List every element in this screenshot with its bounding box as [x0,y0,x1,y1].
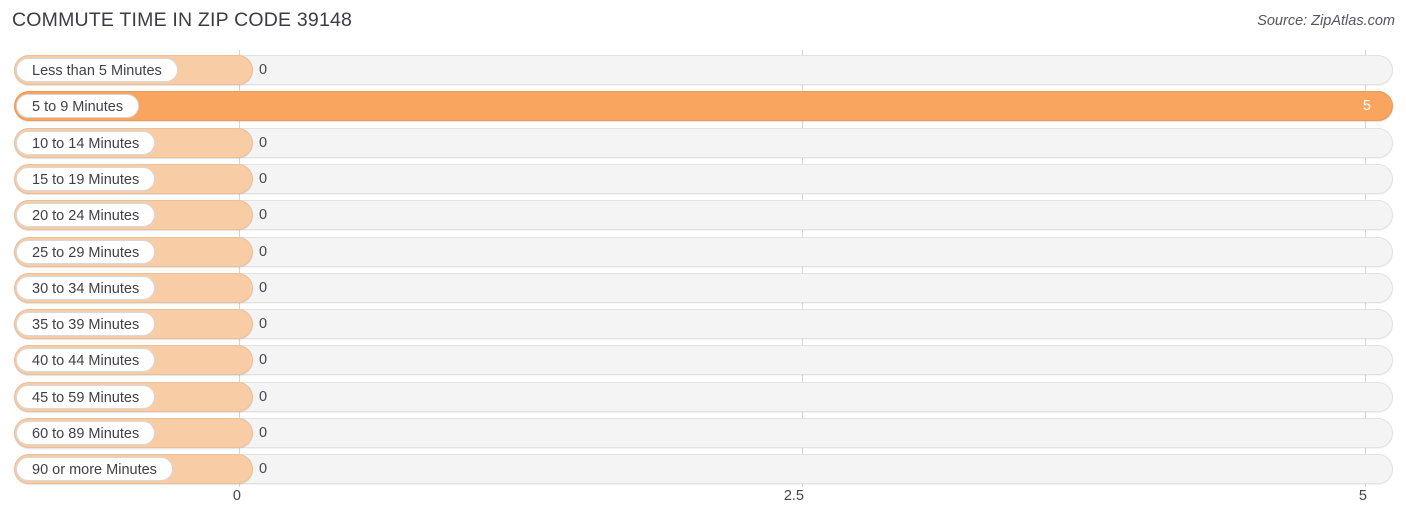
category-label[interactable]: 20 to 24 Minutes [16,203,156,228]
bar-value-label: 0 [259,279,268,296]
category-label[interactable]: 60 to 89 Minutes [16,421,156,445]
category-label[interactable]: 40 to 44 Minutes [16,348,156,373]
bar-value-label: 0 [259,62,268,78]
category-label[interactable]: 15 to 19 Minutes [16,166,156,191]
category-label[interactable]: 45 to 59 Minutes [16,384,156,409]
source-attribution: Source: ZipAtlas.com [1257,13,1395,29]
chart-plot-area: 0 Less than 5 Minutes 5 5 to 9 Minutes 0 10 t… [0,50,1406,490]
category-label[interactable]: 5 to 9 Minutes [16,94,140,119]
category-label[interactable]: 30 to 34 Minutes [16,275,156,300]
chart-row[interactable]: 0 60 to 89 Minutes [0,418,1406,448]
category-label[interactable]: 35 to 39 Minutes [16,312,156,337]
bar-value-label: 0 [259,170,268,187]
bar-value-label: 0 [259,134,268,151]
chart-row[interactable]: 5 5 to 9 Minutes [0,91,1406,122]
bar-value-label: 0 [259,388,268,405]
category-label[interactable]: 10 to 14 Minutes [16,130,156,155]
chart-row[interactable]: 0 40 to 44 Minutes [0,345,1406,376]
x-axis-tick-label: 2.5 [783,488,804,504]
chart-row[interactable]: 0 90 or more Minutes [0,454,1406,485]
chart-row[interactable]: 0 20 to 24 Minutes [0,200,1406,231]
chart-row[interactable]: 0 10 to 14 Minutes [0,127,1406,158]
chart-row[interactable]: 0 25 to 29 Minutes [0,236,1406,267]
chart-row[interactable]: 0 45 to 59 Minutes [0,381,1406,412]
chart-row[interactable]: 0 15 to 19 Minutes [0,163,1406,194]
page-title: COMMUTE TIME IN ZIP CODE 39148 [12,9,353,31]
chart-row[interactable]: 0 Less than 5 Minutes [0,55,1406,85]
category-label[interactable]: 90 or more Minutes [16,457,173,482]
x-axis-tick-label: 0 [232,488,241,504]
category-label[interactable]: Less than 5 Minutes [16,58,178,82]
bar-value-label: 0 [259,461,268,478]
chart-row[interactable]: 0 35 to 39 Minutes [0,309,1406,340]
bar-value-label: 0 [259,316,268,333]
x-axis-tick-label: 5 [1358,488,1367,504]
bar-value-label: 5 [1362,98,1371,115]
chart-row[interactable]: 0 30 to 34 Minutes [0,272,1406,303]
bar-value-label: 0 [259,207,268,224]
bar-value-label: 0 [259,425,268,441]
bar-value-label: 0 [259,352,268,369]
bar-value-label: 0 [259,243,268,260]
category-label[interactable]: 25 to 29 Minutes [16,239,156,264]
x-axis: 0 2.5 5 [0,488,1406,512]
